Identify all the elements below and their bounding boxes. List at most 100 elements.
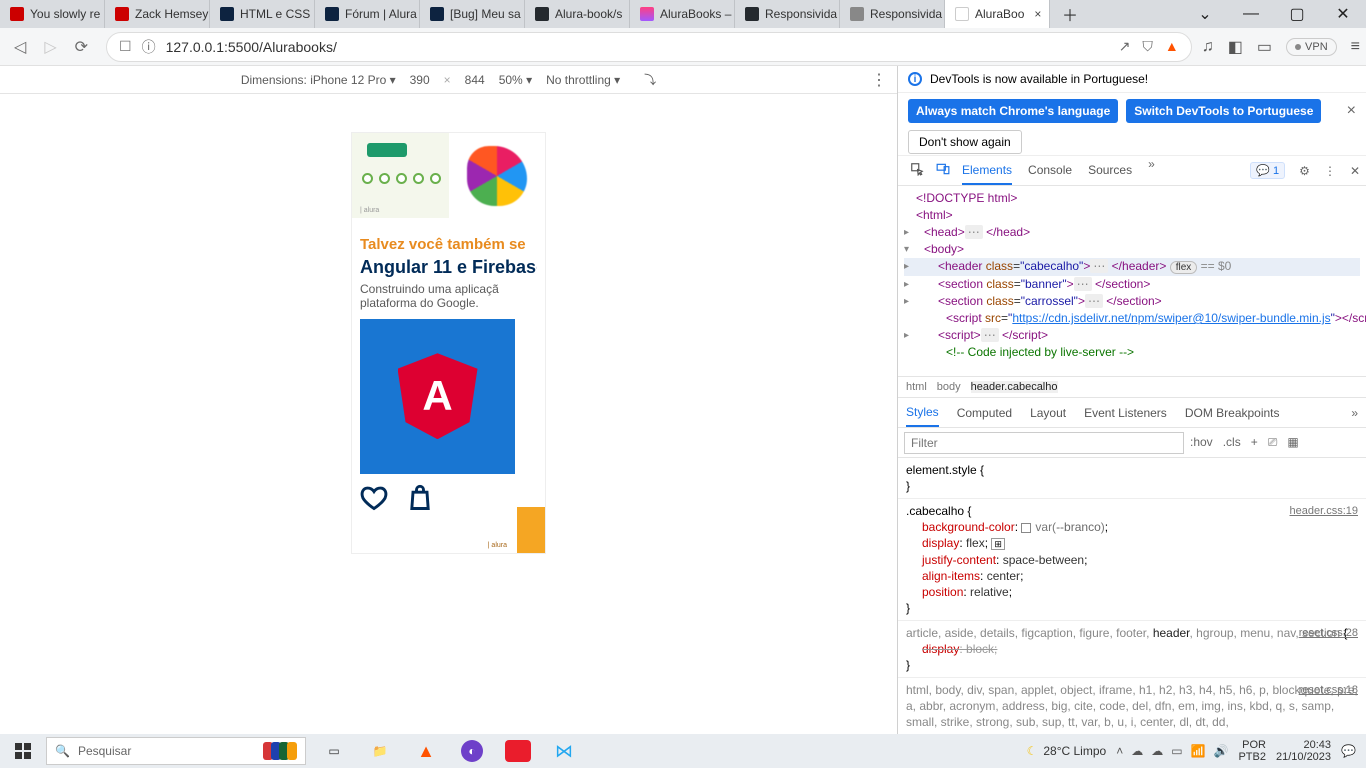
element-style-block[interactable]: element.style { } [898, 458, 1366, 499]
prop-row[interactable]: justify-content: space-between; [922, 552, 1358, 568]
hov-pill[interactable]: :hov [1190, 435, 1213, 450]
battery-icon[interactable]: ▭ [1171, 744, 1182, 758]
tab-elements[interactable]: Elements [962, 157, 1012, 185]
tab-dom-breakpoints[interactable]: DOM Breakpoints [1185, 406, 1280, 420]
bag-icon[interactable] [406, 484, 434, 512]
vscode-app-icon[interactable]: ⋈ [542, 734, 586, 768]
more-tabs-icon[interactable]: » [1148, 157, 1155, 185]
flex-pill[interactable]: flex [1170, 261, 1198, 274]
rotate-icon[interactable]: ⤵ [644, 71, 656, 88]
maximize-button[interactable]: ▢ [1274, 0, 1320, 28]
tab-event-listeners[interactable]: Event Listeners [1084, 406, 1167, 420]
chevron-up-icon[interactable]: ˄ [1116, 744, 1123, 758]
tab-generic[interactable]: Responsivida [840, 0, 945, 28]
onedrive-icon[interactable]: ☁ [1131, 744, 1143, 758]
layout-icon[interactable]: ▦ [1287, 435, 1298, 450]
tab-youtube2[interactable]: Zack Hemsey [105, 0, 210, 28]
dont-show-button[interactable]: Don't show again [908, 130, 1022, 154]
start-button[interactable] [0, 743, 46, 759]
switch-devtools-button[interactable]: Switch DevTools to Portuguese [1126, 99, 1321, 123]
ifood-app-icon[interactable] [496, 734, 540, 768]
cloud-icon[interactable]: ☁ [1151, 744, 1163, 758]
close-icon[interactable]: × [1347, 102, 1356, 120]
always-match-button[interactable]: Always match Chrome's language [908, 99, 1118, 123]
close-window-button[interactable]: ✕ [1320, 0, 1366, 28]
cabecalho-rule[interactable]: header.css:19 .cabecalho { background-co… [898, 499, 1366, 621]
reset1-rule[interactable]: reset.css:28 article, aside, details, fi… [898, 621, 1366, 678]
explorer-icon[interactable]: 📁 [358, 734, 402, 768]
tab-alura3[interactable]: [Bug] Meu sa [420, 0, 525, 28]
dom-breadcrumb[interactable]: html body header.cabecalho [898, 376, 1366, 398]
music-icon[interactable]: ♫ [1202, 38, 1214, 56]
prop-row[interactable]: position: relative; [922, 584, 1358, 600]
chevron-down-icon[interactable]: ⌄ [1182, 0, 1228, 28]
heart-icon[interactable] [360, 484, 388, 512]
shield-icon[interactable]: ⛉ [1142, 38, 1153, 55]
close-icon[interactable]: ✕ [1350, 164, 1360, 178]
tab-layout[interactable]: Layout [1030, 406, 1066, 420]
tab-styles[interactable]: Styles [906, 399, 939, 427]
rule-source-link[interactable]: header.css:19 [1290, 503, 1359, 519]
kebab-icon[interactable]: ⋮ [871, 70, 887, 90]
prop-row[interactable]: background-color: var(--branco); [922, 519, 1358, 535]
tab-console[interactable]: Console [1028, 157, 1072, 185]
prop-row[interactable]: display: flex; ⊞ [922, 535, 1358, 552]
device-icon[interactable]: ⎚ [1268, 435, 1278, 450]
cls-pill[interactable]: .cls [1223, 435, 1241, 450]
tab-alura1[interactable]: HTML e CSS [210, 0, 315, 28]
forward-icon[interactable]: ▷ [44, 37, 56, 57]
messages-badge[interactable]: 💬 1 [1250, 162, 1285, 179]
device-height[interactable]: 844 [465, 73, 485, 87]
wifi-icon[interactable]: 📶 [1191, 744, 1206, 758]
notifications-icon[interactable]: 💬 [1341, 744, 1356, 758]
tab-alurabooks-active[interactable]: AluraBoo× [945, 0, 1050, 28]
styles-filter-input[interactable] [904, 432, 1184, 454]
prop-row[interactable]: display: block; [906, 641, 1358, 657]
rule-source-link[interactable]: reset.css:18 [1299, 682, 1358, 698]
sidebar-icon[interactable]: ◧ [1228, 37, 1243, 57]
rule-source-link[interactable]: reset.css:28 [1299, 625, 1358, 641]
throttling-dropdown[interactable]: No throttling ▾ [546, 73, 620, 87]
tab-computed[interactable]: Computed [957, 406, 1012, 420]
zoom-dropdown[interactable]: 50% ▾ [499, 73, 532, 87]
tab-alura2[interactable]: Fórum | Alura [315, 0, 420, 28]
bc-header[interactable]: header.cabecalho [971, 381, 1058, 393]
tab-sources[interactable]: Sources [1088, 157, 1132, 185]
menu-icon[interactable]: ≡ [1351, 38, 1360, 56]
brave-app-icon[interactable]: ▲ [404, 734, 448, 768]
datetime[interactable]: 20:43 21/10/2023 [1276, 739, 1331, 763]
close-icon[interactable]: × [1034, 7, 1041, 21]
volume-icon[interactable]: 🔊 [1214, 744, 1229, 758]
device-mode-icon[interactable] [930, 162, 956, 179]
weather-widget[interactable]: ☾28°C Limpo [1027, 744, 1107, 758]
book-cover[interactable]: A [360, 319, 515, 474]
share-icon[interactable]: ↗ [1119, 38, 1131, 55]
reset2-rule[interactable]: reset.css:18 html, body, div, span, appl… [898, 678, 1366, 734]
device-width[interactable]: 390 [410, 73, 430, 87]
tab-github2[interactable]: Responsivida [735, 0, 840, 28]
phone-frame[interactable]: | alura | alura Talvez você também se An… [351, 132, 546, 554]
site-info-icon[interactable]: ⓘ [142, 37, 156, 57]
reload-icon[interactable]: ⟳ [75, 37, 88, 57]
kebab-icon[interactable]: ⋮ [1324, 164, 1336, 178]
dom-tree[interactable]: <!DOCTYPE html> <html> ▸<head>⋯ </head> … [898, 186, 1366, 376]
gear-icon[interactable]: ⚙ [1299, 164, 1310, 178]
selected-header-node[interactable]: ⋯▸<header class="cabecalho">⋯ </header> … [904, 258, 1360, 276]
wallet-icon[interactable]: ▭ [1257, 37, 1272, 57]
prop-row[interactable]: align-items: center; [922, 568, 1358, 584]
bookmark-icon[interactable]: ☐ [119, 38, 132, 55]
back-icon[interactable]: ◁ [14, 37, 26, 57]
task-view-icon[interactable]: ▭ [312, 734, 356, 768]
brave-icon[interactable]: ▲ [1165, 38, 1179, 55]
inspect-icon[interactable] [904, 162, 930, 179]
styles-pane[interactable]: element.style { } header.css:19 .cabecal… [898, 458, 1366, 734]
tab-figma[interactable]: AluraBooks – [630, 0, 735, 28]
tab-github1[interactable]: Alura-book/s [525, 0, 630, 28]
dimensions-dropdown[interactable]: Dimensions: iPhone 12 Pro ▾ [241, 73, 396, 87]
taskbar-search[interactable]: 🔍 Pesquisar [46, 737, 306, 765]
bc-html[interactable]: html [906, 381, 927, 393]
minimize-button[interactable]: — [1228, 0, 1274, 28]
script-url[interactable]: https://cdn.jsdelivr.net/npm/swiper@10/s… [1012, 311, 1330, 325]
github-app-icon[interactable]: ◐ [450, 734, 494, 768]
tab-youtube1[interactable]: You slowly re [0, 0, 105, 28]
